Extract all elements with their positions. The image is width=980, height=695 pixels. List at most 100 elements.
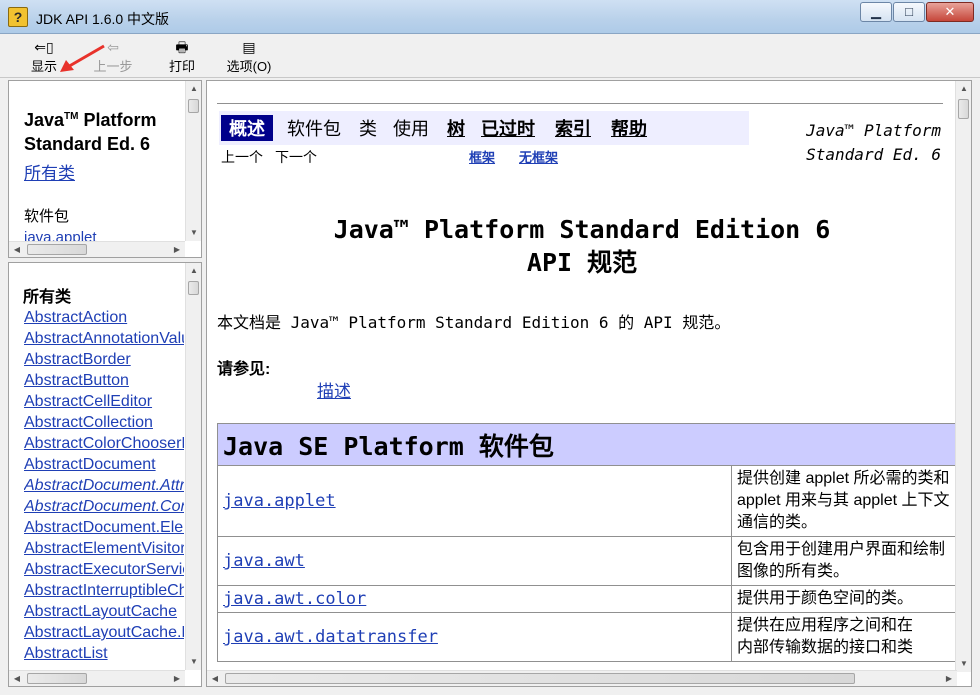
scroll-left-icon[interactable]: ◀ bbox=[9, 671, 25, 687]
close-button[interactable]: ✕ bbox=[926, 2, 974, 22]
class-list-item: AbstractLayoutCache bbox=[24, 601, 184, 622]
window-controls: ▁ □ ✕ bbox=[859, 2, 974, 22]
window-title: JDK API 1.6.0 中文版 bbox=[36, 11, 170, 27]
class-link[interactable]: AbstractDocument.Content bbox=[24, 498, 184, 515]
content-hscroll[interactable]: ◀ ▶ bbox=[207, 670, 957, 686]
nav-help[interactable]: 帮助 bbox=[611, 115, 647, 141]
table-row: java.awt.color 提供用于颜色空间的类。 bbox=[217, 585, 971, 613]
class-frame-vscroll[interactable]: ▲ ▼ bbox=[185, 263, 201, 670]
table-row: java.awt 包含用于创建用户界面和绘制 图像的所有类。 bbox=[217, 536, 971, 586]
class-link[interactable]: AbstractLayoutCache.NodeDimensions bbox=[24, 624, 184, 641]
scroll-thumb[interactable] bbox=[27, 244, 87, 255]
package-link[interactable]: java.awt.datatransfer bbox=[223, 627, 438, 647]
nav-class: 类 bbox=[359, 119, 377, 139]
package-name-cell: java.awt.datatransfer bbox=[217, 612, 732, 662]
class-link[interactable]: AbstractAction bbox=[24, 309, 127, 326]
class-link[interactable]: AbstractExecutorService bbox=[24, 561, 184, 578]
scroll-right-icon[interactable]: ▶ bbox=[169, 671, 185, 687]
package-name-cell: java.awt.color bbox=[217, 585, 732, 613]
scroll-down-icon[interactable]: ▼ bbox=[956, 656, 971, 672]
content-vscroll[interactable]: ▲ ▼ bbox=[955, 81, 971, 672]
printer-icon: 🖶 bbox=[175, 39, 189, 55]
maximize-button[interactable]: □ bbox=[893, 2, 925, 22]
package-desc-line: 通信的类。 bbox=[737, 514, 818, 531]
package-desc-line: 图像的所有类。 bbox=[737, 563, 850, 580]
class-list-item: AbstractColorChooserPanel bbox=[24, 433, 184, 454]
package-desc-line: 提供用于颜色空间的类。 bbox=[737, 590, 914, 607]
see-also-label: 请参见: bbox=[217, 361, 271, 378]
scroll-thumb[interactable] bbox=[958, 99, 969, 119]
scroll-right-icon[interactable]: ▶ bbox=[169, 242, 185, 258]
class-link[interactable]: AbstractButton bbox=[24, 372, 129, 389]
package-name-cell: java.awt bbox=[217, 536, 732, 586]
class-link[interactable]: AbstractColorChooserPanel bbox=[24, 435, 184, 452]
scroll-thumb[interactable] bbox=[225, 673, 855, 684]
nav-index[interactable]: 索引 bbox=[555, 115, 591, 141]
packages-table-heading: Java SE Platform 软件包 bbox=[217, 423, 971, 466]
nav-deprecated[interactable]: 已过时 bbox=[481, 115, 535, 141]
nav-package: 软件包 bbox=[287, 119, 341, 139]
class-link[interactable]: AbstractDocument.ElementEdit bbox=[24, 519, 184, 536]
package-frame: JavaTM Platform Standard Ed. 6 所有类 软件包 j… bbox=[8, 80, 202, 258]
red-arrow-annotation-icon bbox=[60, 44, 105, 72]
class-link[interactable]: AbstractCellEditor bbox=[24, 393, 152, 410]
header-line1: Java™ Platform bbox=[806, 121, 941, 140]
nav-bar: 概述 软件包 类 使用 树 已过时 索引 帮助 bbox=[219, 111, 749, 145]
options-button[interactable]: ▤ 选项(O) bbox=[220, 38, 278, 76]
package-desc-cell: 提供用于颜色空间的类。 bbox=[731, 585, 971, 613]
content-frame: 概述 软件包 类 使用 树 已过时 索引 帮助 上一个 下一个 框架 无框架 J… bbox=[206, 80, 972, 687]
scroll-up-icon[interactable]: ▲ bbox=[186, 81, 202, 97]
nav-tree[interactable]: 树 bbox=[447, 115, 465, 141]
all-classes-link[interactable]: 所有类 bbox=[24, 159, 75, 184]
description-link[interactable]: 描述 bbox=[317, 377, 351, 402]
scroll-right-icon[interactable]: ▶ bbox=[941, 671, 957, 686]
package-frame-hscroll[interactable]: ◀ ▶ bbox=[9, 241, 185, 257]
scroll-thumb[interactable] bbox=[188, 281, 199, 295]
platform-title-platform: Platform bbox=[78, 110, 157, 130]
help-book-icon[interactable]: ? bbox=[8, 7, 28, 27]
show-label: 显示 bbox=[30, 59, 57, 74]
class-link[interactable]: AbstractBorder bbox=[24, 351, 131, 368]
scroll-up-icon[interactable]: ▲ bbox=[186, 263, 202, 279]
print-label: 打印 bbox=[168, 59, 195, 74]
header-line2: Standard Ed. 6 bbox=[806, 145, 941, 164]
scroll-up-icon[interactable]: ▲ bbox=[956, 81, 971, 97]
class-link[interactable]: AbstractDocument.AttributeContext bbox=[24, 477, 184, 494]
scroll-thumb[interactable] bbox=[188, 99, 199, 113]
class-link[interactable]: AbstractInterruptibleChannel bbox=[24, 582, 184, 599]
scroll-thumb[interactable] bbox=[27, 673, 87, 684]
minimize-button[interactable]: ▁ bbox=[860, 2, 892, 22]
package-link[interactable]: java.awt bbox=[223, 551, 305, 571]
page-title-line2: API 规范 bbox=[526, 248, 638, 277]
class-link[interactable]: AbstractAnnotationValueVisitor6 bbox=[24, 330, 184, 347]
class-list-item: AbstractDocument bbox=[24, 454, 184, 475]
class-list-item: AbstractBorder bbox=[24, 349, 184, 370]
print-button[interactable]: 🖶 打印 bbox=[162, 38, 202, 76]
package-desc-cell: 提供在应用程序之间和在 内部传输数据的接口和类 bbox=[731, 612, 971, 662]
class-link[interactable]: AbstractCollection bbox=[24, 414, 153, 431]
scroll-down-icon[interactable]: ▼ bbox=[186, 225, 202, 241]
scroll-down-icon[interactable]: ▼ bbox=[186, 654, 202, 670]
package-desc-line: 内部传输数据的接口和类 bbox=[737, 639, 914, 656]
header-platform-label: Java™ Platform Standard Ed. 6 bbox=[806, 119, 941, 167]
class-link[interactable]: AbstractElementVisitor6 bbox=[24, 540, 184, 557]
class-frame: 所有类 AbstractAction AbstractAnnotationValu… bbox=[8, 262, 202, 687]
no-frames-link[interactable]: 无框架 bbox=[519, 147, 558, 166]
scroll-left-icon[interactable]: ◀ bbox=[207, 671, 223, 686]
doc-description: 本文档是 Java™ Platform Standard Edition 6 的… bbox=[217, 313, 731, 332]
scroll-left-icon[interactable]: ◀ bbox=[9, 242, 25, 258]
nav-overview[interactable]: 概述 bbox=[221, 115, 273, 141]
package-link[interactable]: java.awt.color bbox=[223, 589, 366, 609]
package-frame-vscroll[interactable]: ▲ ▼ bbox=[185, 81, 201, 241]
class-list-item: AbstractExecutorService bbox=[24, 559, 184, 580]
class-link[interactable]: AbstractDocument bbox=[24, 456, 156, 473]
class-frame-hscroll[interactable]: ◀ ▶ bbox=[9, 670, 185, 686]
package-link[interactable]: java.applet bbox=[223, 491, 336, 511]
class-list-item: AbstractButton bbox=[24, 370, 184, 391]
frames-link[interactable]: 框架 bbox=[469, 147, 495, 166]
class-list-item: AbstractAction bbox=[24, 307, 184, 328]
page-title: Java™ Platform Standard Edition 6 API 规范 bbox=[207, 213, 957, 279]
class-link[interactable]: AbstractLayoutCache bbox=[24, 603, 177, 620]
class-link[interactable]: AbstractList bbox=[24, 645, 108, 662]
platform-title: JavaTM Platform Standard Ed. 6 bbox=[24, 105, 157, 156]
